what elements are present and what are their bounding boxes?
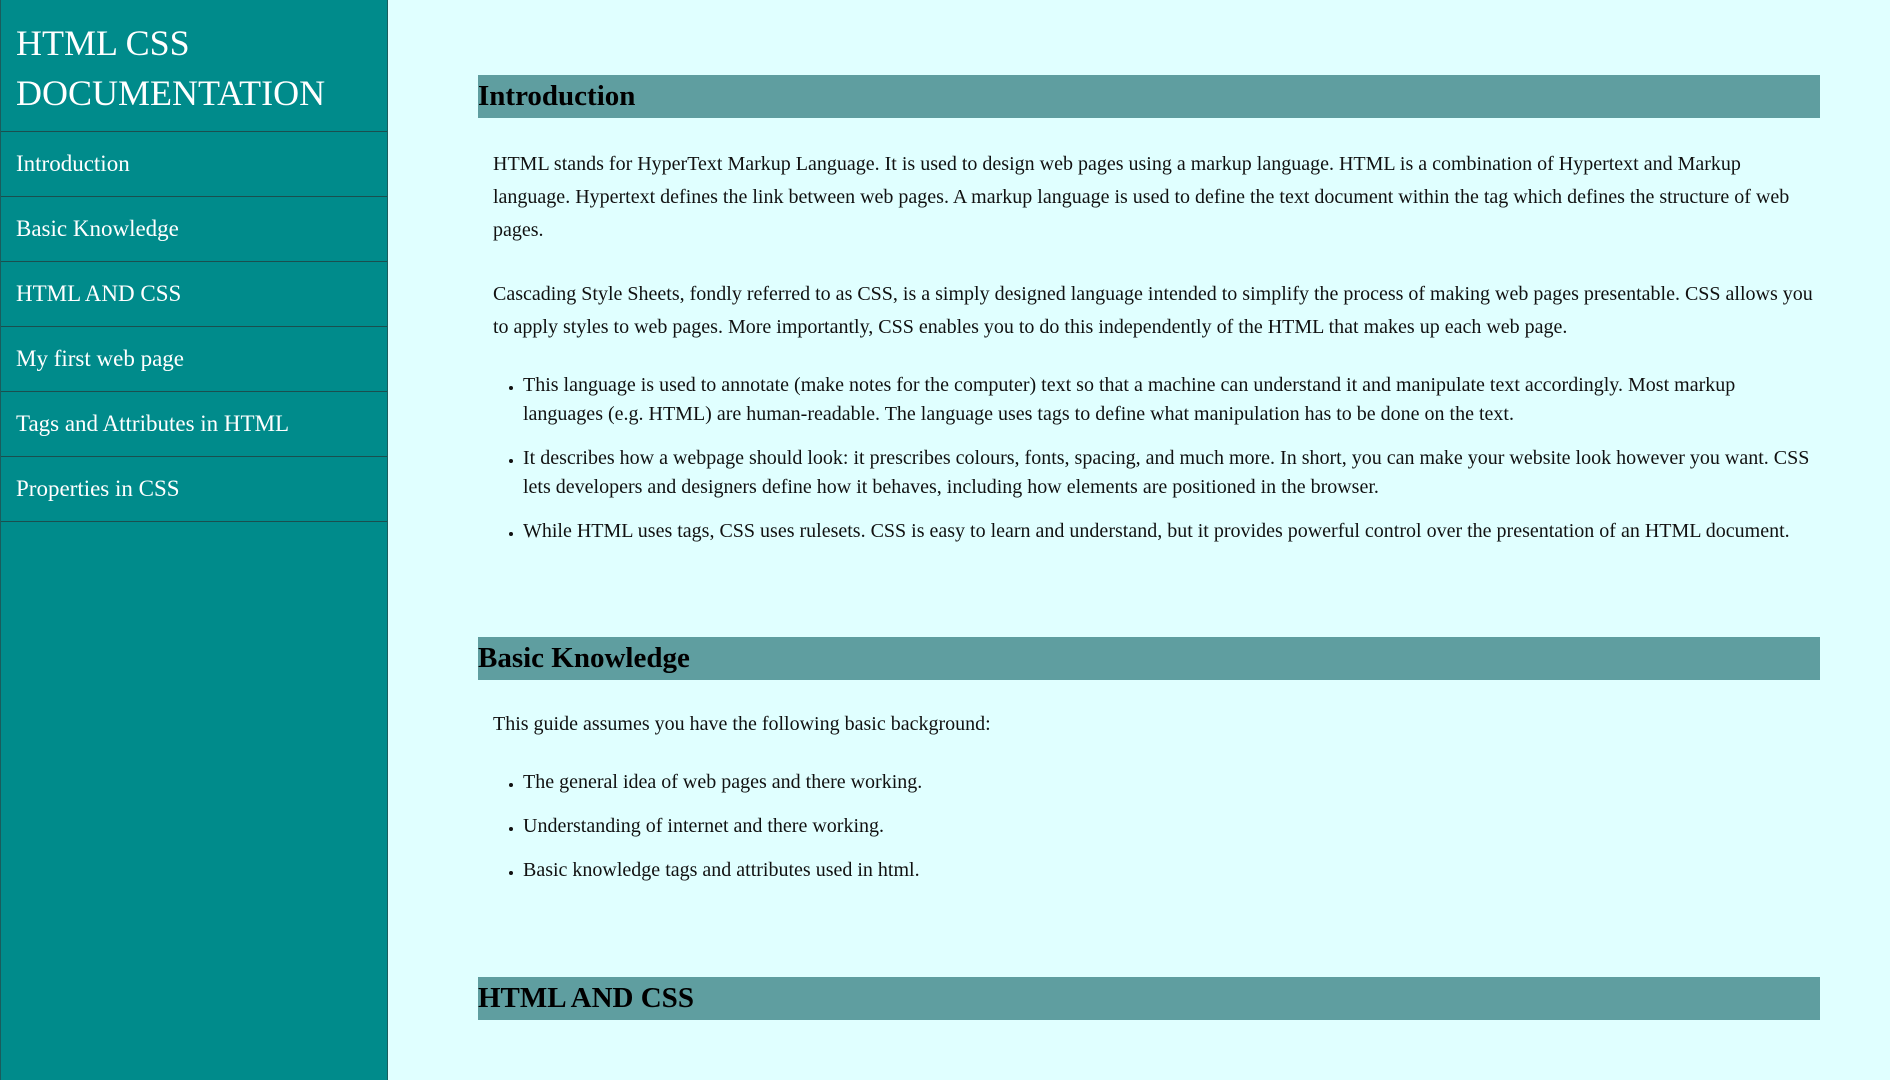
section-introduction: Introduction HTML stands for HyperText M… [478, 0, 1820, 546]
nav-link-html-and-css[interactable]: HTML AND CSS [1, 262, 387, 327]
list-item: While HTML uses tags, CSS uses rulesets.… [523, 517, 1820, 546]
nav-link-introduction[interactable]: Introduction [1, 132, 387, 197]
section-header-introduction: Introduction [478, 75, 1820, 118]
nav-list: Introduction Basic Knowledge HTML AND CS… [1, 132, 387, 522]
section-basic-knowledge: Basic Knowledge This guide assumes you h… [478, 561, 1820, 885]
section-header-html-and-css: HTML AND CSS [478, 977, 1820, 1020]
nav-link-my-first-web-page[interactable]: My first web page [1, 327, 387, 392]
intro-paragraph-2: Cascading Style Sheets, fondly referred … [493, 283, 1813, 338]
section-html-and-css: HTML AND CSS [478, 900, 1820, 1020]
list-item: It describes how a webpage should look: … [523, 444, 1820, 502]
intro-paragraph-1: HTML stands for HyperText Markup Languag… [493, 153, 1790, 241]
navbar-title: HTML CSS DOCUMENTATION [1, 0, 387, 132]
list-item: The general idea of web pages and there … [523, 768, 1820, 797]
main-doc: Introduction HTML stands for HyperText M… [478, 0, 1820, 1020]
basic-paragraph-1: This guide assumes you have the followin… [493, 713, 991, 735]
section-header-basic-knowledge: Basic Knowledge [478, 637, 1820, 680]
list-item: This language is used to annotate (make … [523, 371, 1820, 429]
nav-link-properties-in-css[interactable]: Properties in CSS [1, 457, 387, 522]
nav-link-tags-and-attributes[interactable]: Tags and Attributes in HTML [1, 392, 387, 457]
nav-link-basic-knowledge[interactable]: Basic Knowledge [1, 197, 387, 262]
basic-bullet-list: The general idea of web pages and there … [478, 768, 1820, 885]
intro-bullet-list: This language is used to annotate (make … [478, 371, 1820, 546]
list-item: Understanding of internet and there work… [523, 812, 1820, 841]
list-item: Basic knowledge tags and attributes used… [523, 856, 1820, 885]
navbar: HTML CSS DOCUMENTATION Introduction Basi… [0, 0, 388, 1080]
